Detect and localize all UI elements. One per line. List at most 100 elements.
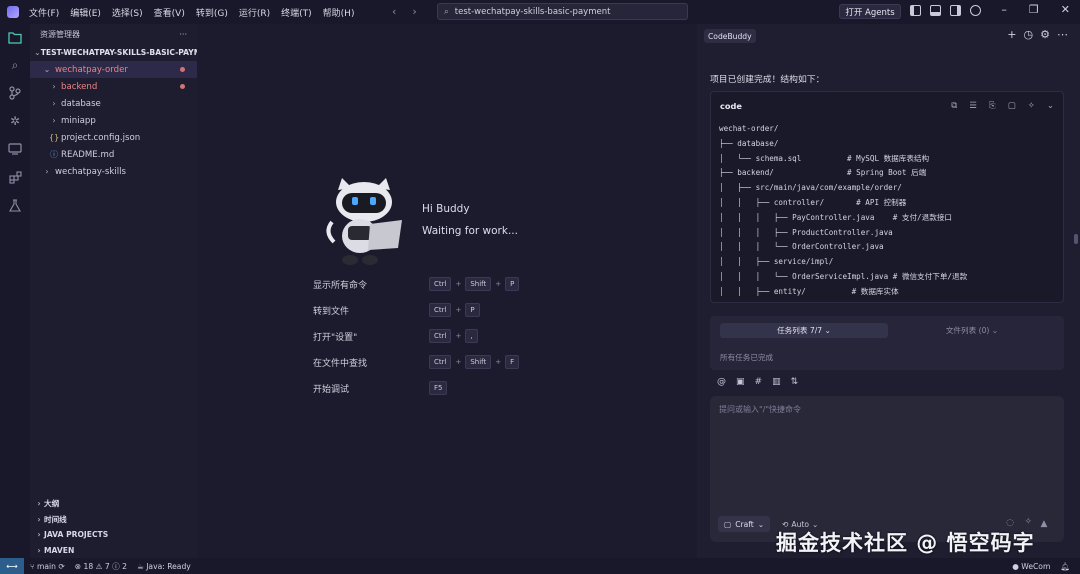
- status-bar: ⟷ ⑂ main ⟳ ⊗ 18 ⚠ 7 ⓘ 2 ☕ Java: Ready ● …: [0, 558, 1080, 574]
- back-arrow-icon[interactable]: ‹: [392, 5, 396, 18]
- search-icon: ⌕: [444, 6, 449, 17]
- collapse-chevron-icon[interactable]: ⌄: [1047, 101, 1054, 111]
- tree-item-project-config[interactable]: {} project.config.json: [30, 129, 197, 146]
- explorer-header: 资源管理器 ···: [30, 24, 197, 44]
- editor-area: Hi Buddy Waiting for work... 显示所有命令 Ctrl…: [197, 24, 697, 558]
- wecom-status[interactable]: ● WeCom: [1012, 562, 1050, 571]
- craft-mode-select[interactable]: ▢ Craft ⌄: [718, 516, 771, 532]
- menu-selection[interactable]: 选择(S): [112, 6, 143, 19]
- tree-item-label: project.config.json: [61, 132, 141, 143]
- source-control-icon[interactable]: [8, 86, 22, 100]
- tree-item-label: wechatpay-order: [55, 64, 128, 75]
- tab-file-list[interactable]: 文件列表 (0) ⌄: [888, 323, 1056, 338]
- section-label: 时间线: [44, 514, 67, 524]
- menu-edit[interactable]: 编辑(E): [70, 6, 101, 19]
- sparkle-icon[interactable]: ✧: [1028, 101, 1035, 111]
- branch-status[interactable]: ⑂ main ⟳: [30, 562, 65, 571]
- explorer-icon[interactable]: [8, 30, 22, 44]
- shortcut-open-settings[interactable]: 打开"设置" Ctrl + ,: [313, 323, 523, 349]
- new-chat-icon[interactable]: +: [1007, 28, 1016, 41]
- section-timeline[interactable]: › 时间线: [30, 512, 197, 528]
- enhance-sparkle-icon[interactable]: ✧: [1024, 517, 1032, 527]
- json-file-icon: {}: [49, 133, 60, 142]
- key-ctrl: Ctrl: [429, 303, 452, 317]
- section-java-projects[interactable]: › JAVA PROJECTS: [30, 527, 197, 543]
- menu-file[interactable]: 文件(F): [29, 6, 59, 19]
- notifications-bell-icon[interactable]: 🔔︎: [1060, 562, 1070, 571]
- more-actions-icon[interactable]: ···: [179, 30, 187, 39]
- shortcut-label: 在文件中查找: [313, 358, 368, 369]
- run-debug-icon[interactable]: ✲: [8, 114, 22, 128]
- close-icon[interactable]: ✕: [1061, 3, 1070, 16]
- command-center-search[interactable]: ⌕ test-wechatpay-skills-basic-payment: [437, 3, 688, 20]
- testing-flask-icon[interactable]: [8, 198, 22, 212]
- tree-item-label: miniapp: [61, 115, 96, 126]
- chat-input-box[interactable]: 提问或输入"/"快捷命令 ▢ Craft ⌄ ⟲ Auto ⌄ ◌ ✧ ▲: [710, 396, 1064, 542]
- shortcut-label: 转到文件: [313, 306, 350, 317]
- insert-icon[interactable]: ☰: [969, 101, 977, 111]
- history-icon[interactable]: ◷: [1024, 28, 1034, 41]
- chat-input-placeholder: 提问或输入"/"快捷命令: [719, 405, 802, 414]
- remote-explorer-icon[interactable]: [8, 142, 22, 156]
- key-p: P: [465, 303, 480, 317]
- code-block: code ⧉ ☰ ⎘ ▢ ✧ ⌄ wechat-order/ ├── datab…: [710, 91, 1064, 303]
- settings-gear-icon[interactable]: ⚙: [1040, 28, 1050, 41]
- shortcut-find-in-files[interactable]: 在文件中查找 Ctrl + Shift + F: [313, 349, 523, 375]
- menu-go[interactable]: 转到(G): [196, 6, 228, 19]
- status-left: ⑂ main ⟳ ⊗ 18 ⚠ 7 ⓘ 2 ☕ Java: Ready: [30, 561, 191, 572]
- java-status[interactable]: ☕ Java: Ready: [137, 562, 191, 571]
- codebuddy-tab[interactable]: CodeBuddy: [704, 29, 756, 43]
- title-bar: 文件(F) 编辑(E) 选择(S) 查看(V) 转到(G) 运行(R) 终端(T…: [0, 0, 1080, 24]
- error-count: 18: [83, 561, 94, 571]
- copy-icon[interactable]: ⧉: [951, 101, 957, 111]
- menu-run[interactable]: 运行(R): [239, 6, 270, 19]
- tree-item-wechatpay-order[interactable]: ⌄ wechatpay-order: [30, 61, 197, 78]
- menu-view[interactable]: 查看(V): [154, 6, 185, 19]
- tree-item-readme[interactable]: ⓘ README.md: [30, 146, 197, 163]
- section-maven[interactable]: › MAVEN: [30, 543, 197, 559]
- chevron-right-icon: ›: [52, 99, 56, 108]
- panel-scrollbar[interactable]: [1074, 234, 1078, 244]
- open-agents-button[interactable]: 打开 Agents: [839, 4, 901, 19]
- more-icon[interactable]: ⋯: [1057, 28, 1068, 41]
- image-icon[interactable]: ▣: [736, 377, 745, 387]
- wecom-label: WeCom: [1021, 561, 1051, 571]
- apply-icon[interactable]: ⎘: [989, 101, 996, 111]
- search-icon[interactable]: ⌕: [8, 58, 22, 72]
- send-icon[interactable]: ▲: [1036, 516, 1052, 532]
- book-icon[interactable]: ▥: [772, 377, 781, 387]
- new-file-icon[interactable]: ▢: [1008, 101, 1016, 111]
- tab-task-list[interactable]: 任务列表 7/7 ⌄: [720, 323, 888, 338]
- hash-icon[interactable]: #: [755, 377, 763, 387]
- explorer-title: 资源管理器: [40, 29, 80, 39]
- section-outline[interactable]: › 大纲: [30, 496, 197, 512]
- shortcut-show-commands[interactable]: 显示所有命令 Ctrl + Shift + P: [313, 271, 523, 297]
- toggle-primary-sidebar-icon[interactable]: [910, 5, 921, 16]
- key-ctrl: Ctrl: [429, 277, 452, 291]
- minimize-icon[interactable]: –: [1001, 3, 1007, 16]
- code-block-tools: ⧉ ☰ ⎘ ▢ ✧ ⌄: [951, 101, 1054, 111]
- tree-item-wechatpay-skills[interactable]: › wechatpay-skills: [30, 163, 197, 180]
- extensions-icon[interactable]: [8, 170, 22, 184]
- remote-indicator-icon[interactable]: ⟷: [0, 558, 24, 574]
- shortcut-label: 显示所有命令: [313, 280, 368, 291]
- tree-item-label: README.md: [61, 149, 115, 160]
- forward-arrow-icon[interactable]: ›: [412, 5, 416, 18]
- tree-item-miniapp[interactable]: › miniapp: [30, 112, 197, 129]
- tree-item-backend[interactable]: › backend: [30, 78, 197, 95]
- account-icon[interactable]: [970, 5, 981, 16]
- maximize-icon[interactable]: ❐: [1029, 3, 1039, 16]
- tree-item-database[interactable]: › database: [30, 95, 197, 112]
- toggle-panel-icon[interactable]: [930, 5, 941, 16]
- section-label: JAVA PROJECTS: [44, 530, 109, 540]
- shortcut-start-debugging[interactable]: 开始调试 F5: [313, 375, 523, 401]
- shortcut-go-to-file[interactable]: 转到文件 Ctrl + P: [313, 297, 523, 323]
- menu-help[interactable]: 帮助(H): [323, 6, 355, 19]
- tab-label: 文件列表 (0): [945, 326, 990, 335]
- tree-root[interactable]: ⌄ TEST-WECHATPAY-SKILLS-BASIC-PAYM...: [30, 44, 210, 61]
- tools-icon[interactable]: ⇅: [791, 377, 799, 387]
- mention-icon[interactable]: @: [717, 377, 726, 387]
- problems-status[interactable]: ⊗ 18 ⚠ 7 ⓘ 2: [75, 561, 127, 572]
- menu-terminal[interactable]: 终端(T): [281, 6, 312, 19]
- toggle-secondary-sidebar-icon[interactable]: [950, 5, 961, 16]
